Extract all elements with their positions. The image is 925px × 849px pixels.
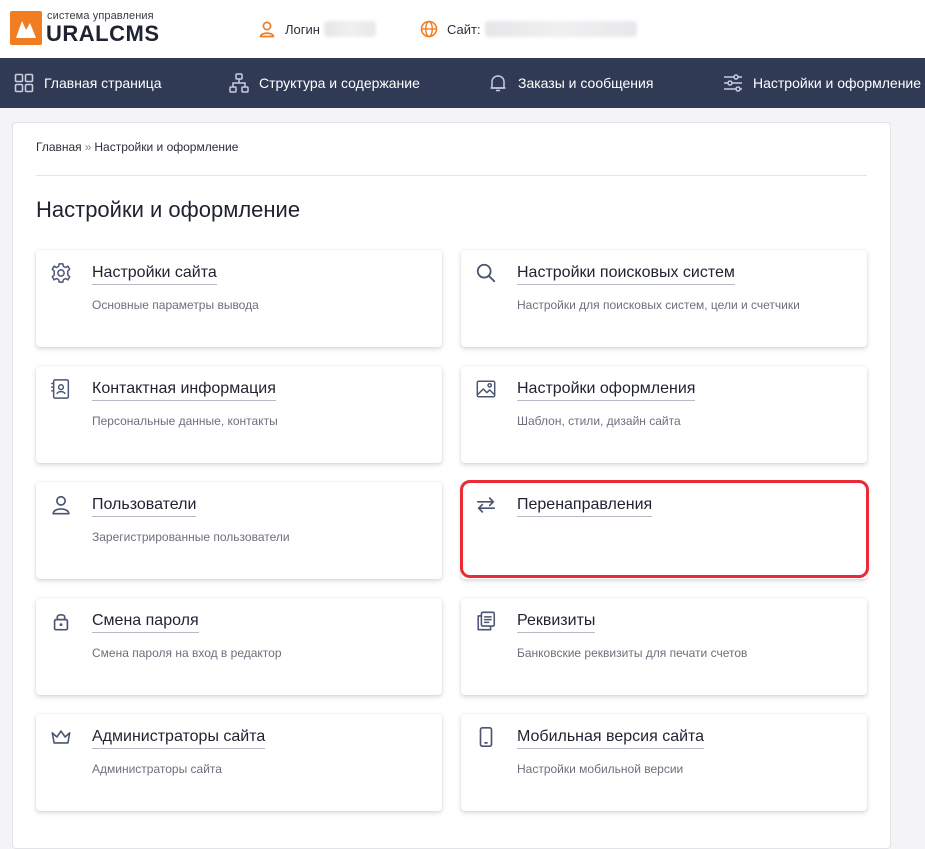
image-icon <box>476 380 496 398</box>
card-change-password[interactable]: Смена пароля Смена пароля на вход в реда… <box>36 598 442 695</box>
card-bank-details[interactable]: Реквизиты Банковские реквизиты для печат… <box>461 598 867 695</box>
globe-icon <box>420 20 438 38</box>
breadcrumb: Главная» Настройки и оформление <box>36 140 238 154</box>
login-label: Логин <box>285 21 320 37</box>
user-icon <box>259 21 275 38</box>
card-description: Шаблон, стили, дизайн сайта <box>517 414 681 428</box>
card-redirects[interactable]: Перенаправления <box>461 482 867 579</box>
card-description: Администраторы сайта <box>92 762 222 776</box>
sitemap-icon <box>229 73 249 93</box>
card-description: Персональные данные, контакты <box>92 414 278 428</box>
card-contact-info[interactable]: Контактная информация Персональные данны… <box>36 366 442 463</box>
nav-item-orders[interactable]: Заказы и сообщения <box>488 58 653 108</box>
nav-item-label: Заказы и сообщения <box>518 75 654 91</box>
card-search-settings[interactable]: Настройки поисковых систем Настройки для… <box>461 250 867 347</box>
contact-card-icon <box>51 379 70 399</box>
redirect-arrows-icon <box>476 497 496 513</box>
breadcrumb-home-link[interactable]: Главная <box>36 140 82 154</box>
logo-mark-icon <box>10 11 42 45</box>
card-description: Основные параметры вывода <box>92 298 259 312</box>
card-site-admins[interactable]: Администраторы сайта Администраторы сайт… <box>36 714 442 811</box>
main-nav: Главная страница Структура и содержание … <box>0 58 925 108</box>
card-title[interactable]: Смена пароля <box>92 612 199 633</box>
lock-icon <box>53 613 69 631</box>
card-title[interactable]: Пользователи <box>92 496 197 517</box>
card-mobile-version[interactable]: Мобильная версия сайта Настройки мобильн… <box>461 714 867 811</box>
site-field[interactable]: Сайт: <box>420 18 637 40</box>
card-title[interactable]: Администраторы сайта <box>92 728 266 749</box>
card-description: Банковские реквизиты для печати счетов <box>517 646 748 660</box>
card-description: Настройки для поисковых систем, цели и с… <box>517 298 800 312</box>
nav-item-home[interactable]: Главная страница <box>14 58 162 108</box>
nav-item-settings[interactable]: Настройки и оформление <box>723 58 921 108</box>
login-value-blurred <box>323 21 376 37</box>
breadcrumb-separator: » <box>84 140 92 154</box>
card-users[interactable]: Пользователи Зарегистрированные пользова… <box>36 482 442 579</box>
bell-icon <box>490 75 506 92</box>
card-title[interactable]: Настройки поисковых систем <box>517 264 735 285</box>
card-title[interactable]: Мобильная версия сайта <box>517 728 705 749</box>
logo[interactable]: система управления URALCMS <box>10 8 170 48</box>
card-title[interactable]: Настройки оформления <box>517 380 696 401</box>
breadcrumb-current: Настройки и оформление <box>94 140 239 154</box>
nav-item-label: Структура и содержание <box>259 75 420 91</box>
nav-item-label: Настройки и оформление <box>753 75 922 91</box>
nav-item-label: Главная страница <box>44 75 162 91</box>
nav-item-structure[interactable]: Структура и содержание <box>229 58 420 108</box>
page-title: Настройки и оформление <box>36 197 301 222</box>
search-icon <box>476 263 496 283</box>
card-description: Настройки мобильной версии <box>517 762 684 776</box>
card-title[interactable]: Реквизиты <box>517 612 596 633</box>
card-title[interactable]: Настройки сайта <box>92 264 217 285</box>
card-title[interactable]: Контактная информация <box>92 380 276 401</box>
site-value-blurred <box>484 21 637 37</box>
crown-icon <box>51 730 71 744</box>
sliders-icon <box>724 74 742 92</box>
card-description: Зарегистрированные пользователи <box>92 530 290 544</box>
login-field[interactable]: Логин <box>258 18 376 40</box>
card-title[interactable]: Перенаправления <box>517 496 653 517</box>
gear-icon <box>51 263 71 283</box>
grid-icon <box>14 73 34 93</box>
card-design-settings[interactable]: Настройки оформления Шаблон, стили, диза… <box>461 366 867 463</box>
site-label: Сайт: <box>447 21 481 37</box>
breadcrumb-divider <box>36 175 867 176</box>
documents-icon <box>477 611 496 631</box>
card-description: Смена пароля на вход в редактор <box>92 646 282 660</box>
user-icon <box>52 495 70 515</box>
card-site-settings[interactable]: Настройки сайта Основные параметры вывод… <box>36 250 442 347</box>
top-header: система управления URALCMS Логин Сайт: <box>0 0 925 58</box>
logo-name: URALCMS <box>46 21 160 46</box>
mobile-icon <box>479 727 493 747</box>
